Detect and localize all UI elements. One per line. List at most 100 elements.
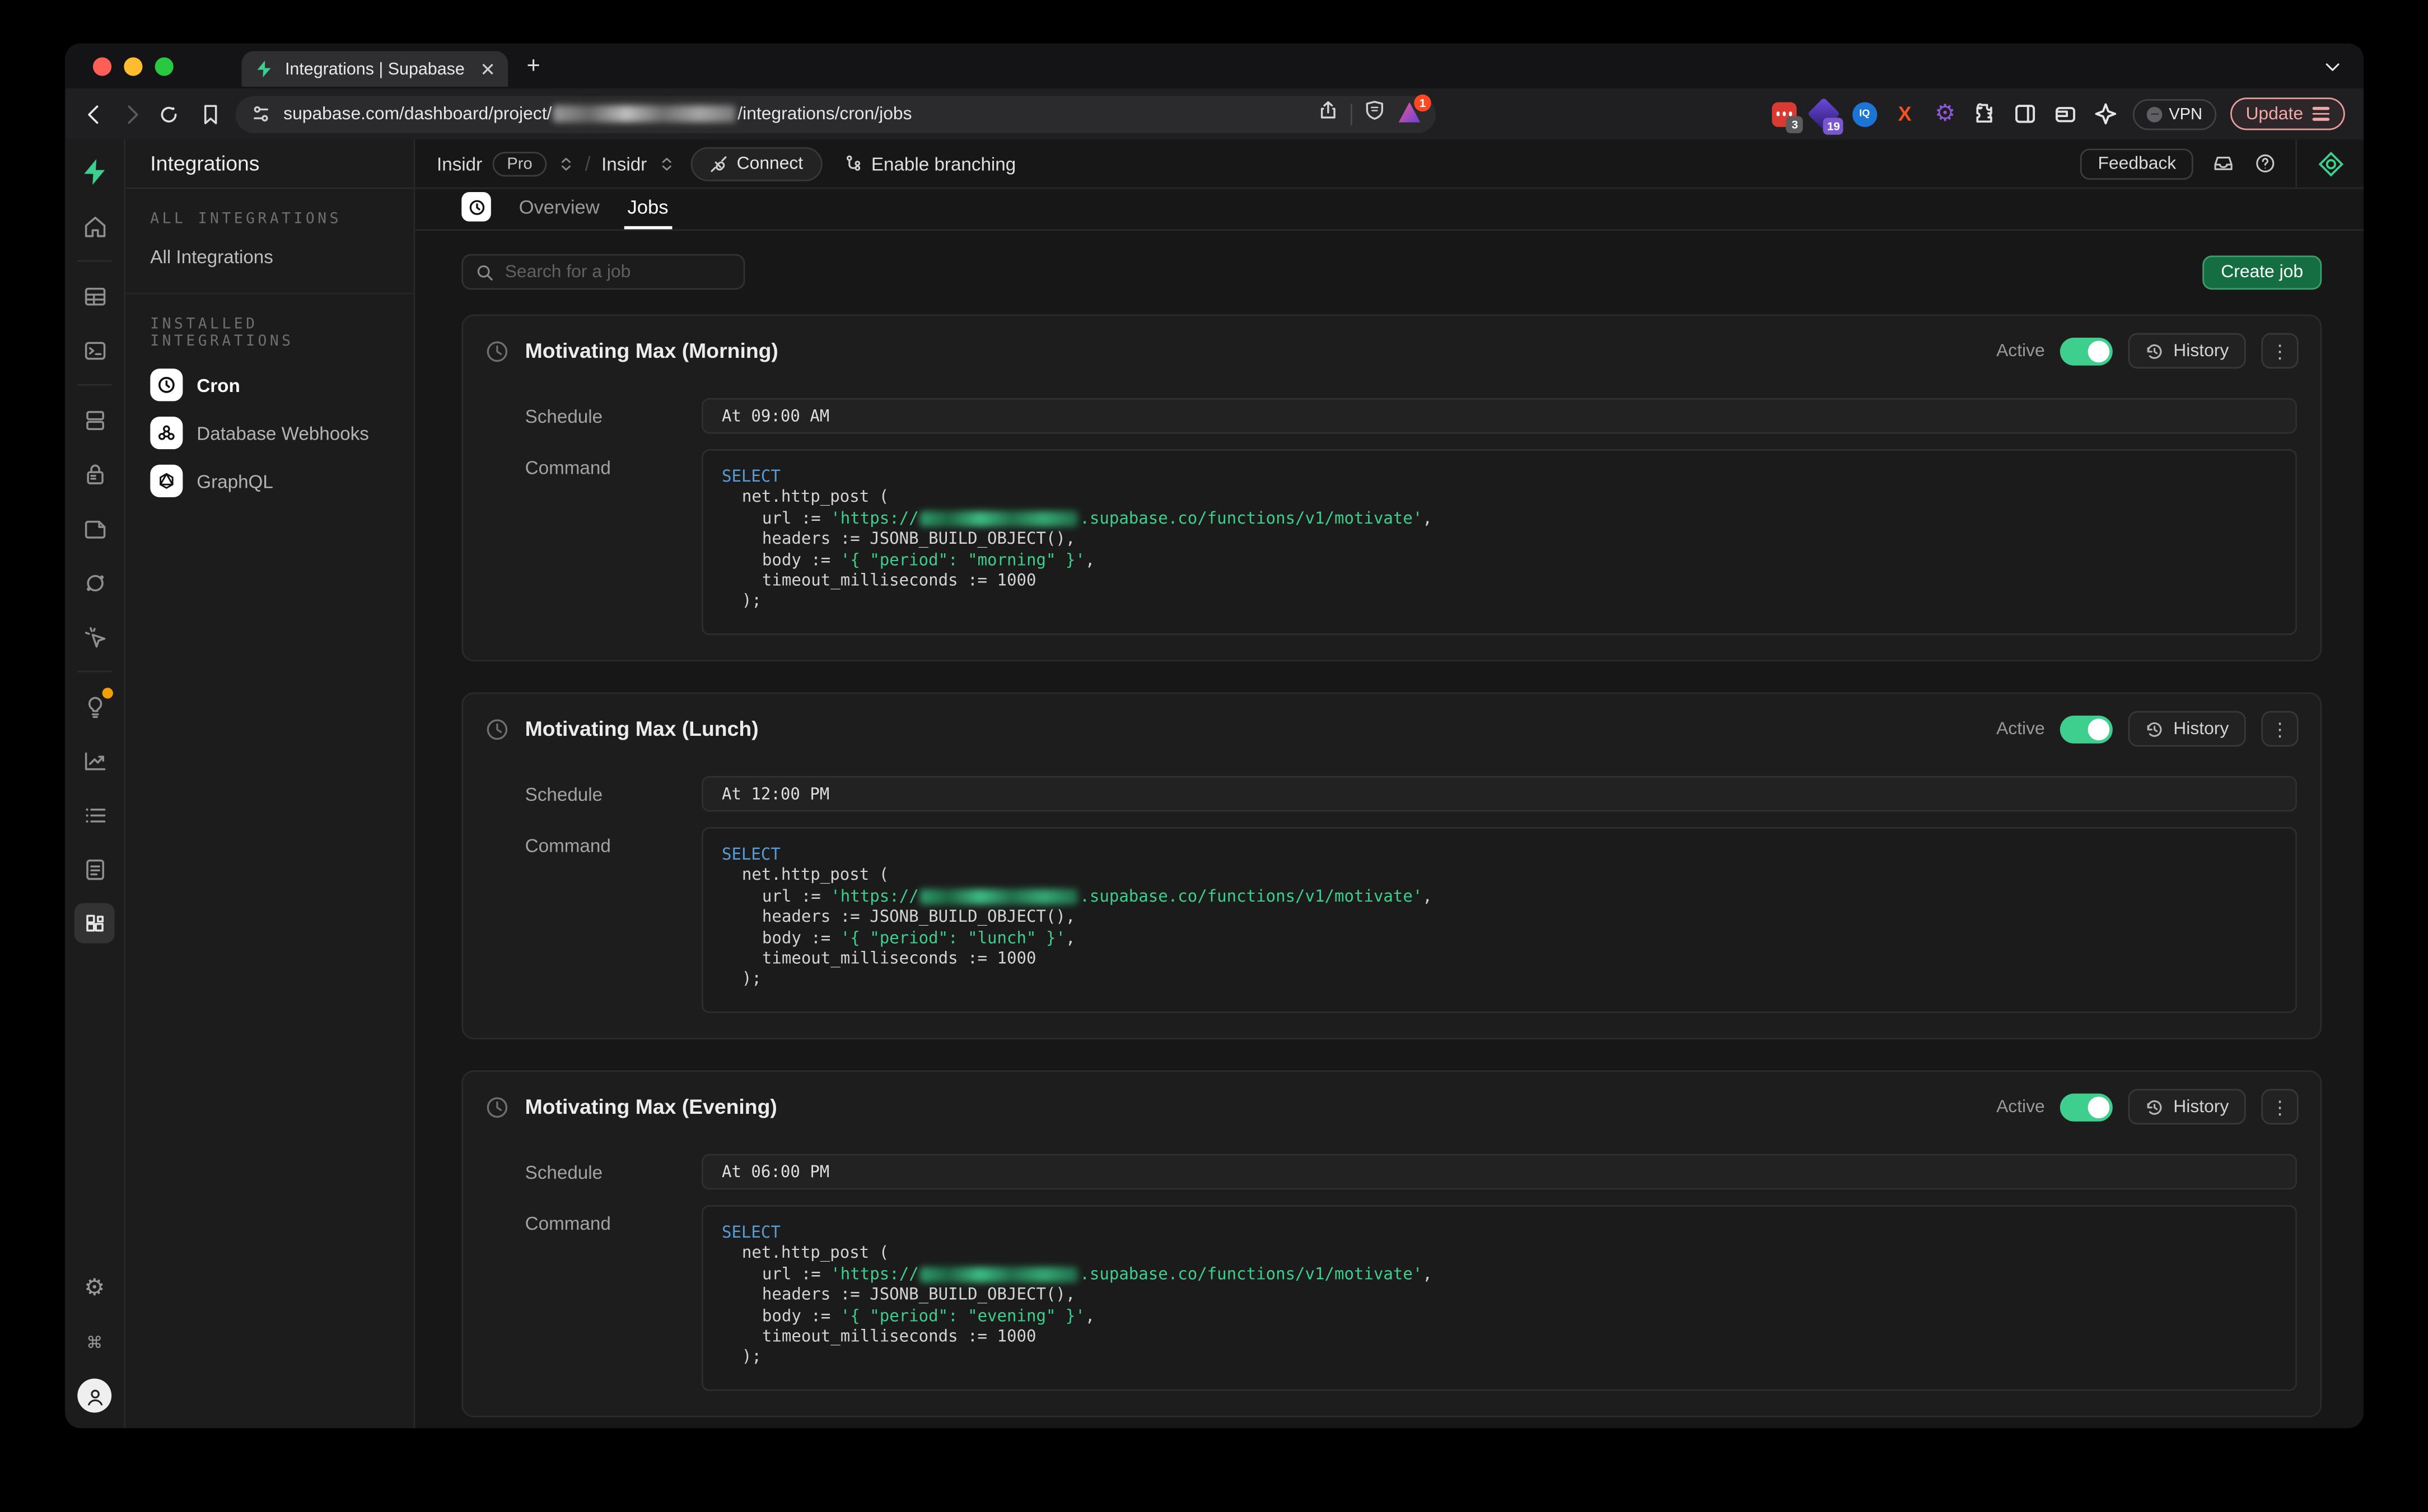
help-icon[interactable] — [2254, 152, 2277, 175]
schedule-field[interactable]: At 12:00 PM — [702, 776, 2297, 812]
window-controls — [93, 57, 174, 75]
command-menu-icon[interactable]: ⌘ — [74, 1323, 115, 1363]
forward-button[interactable] — [121, 103, 143, 125]
rail-divider — [77, 384, 111, 386]
close-window-button[interactable] — [93, 57, 111, 75]
rail-divider — [77, 260, 111, 262]
tab-close-icon[interactable]: ✕ — [480, 58, 496, 80]
command-code-block[interactable]: SELECT net.http_post ( url := 'https://.… — [702, 827, 2297, 1013]
share-icon[interactable] — [1318, 99, 1338, 129]
sidebar-item-database-webhooks[interactable]: Database Webhooks — [150, 417, 389, 449]
nav-rail: ⚙ ⌘ — [65, 139, 125, 1428]
redacted-project-ref — [920, 889, 1078, 904]
extension-red-icon[interactable]: 3 — [1771, 101, 1797, 127]
sidebar-item-cron[interactable]: Cron — [150, 368, 389, 401]
extension-gear-icon[interactable]: ⚙ — [1932, 101, 1958, 127]
logs-icon[interactable] — [74, 795, 115, 835]
minimize-window-button[interactable] — [124, 57, 142, 75]
clock-icon — [485, 716, 510, 741]
command-code-block[interactable]: SELECT net.http_post ( url := 'https://.… — [702, 1205, 2297, 1391]
enable-branching-button[interactable]: Enable branching — [843, 152, 1016, 174]
tab-overview[interactable]: Overview — [519, 189, 600, 229]
user-avatar[interactable] — [77, 1379, 111, 1413]
shield-icon[interactable] — [1365, 99, 1385, 129]
sidebar-item-all-integrations[interactable]: All Integrations — [150, 246, 389, 268]
supabase-favicon — [254, 59, 274, 79]
command-label: Command — [525, 1205, 702, 1235]
job-title: Motivating Max (Lunch) — [525, 717, 759, 740]
active-toggle[interactable] — [2060, 715, 2113, 743]
history-button[interactable]: History — [2128, 1089, 2246, 1124]
zoom-window-button[interactable] — [155, 57, 174, 75]
vpn-button[interactable]: –VPN — [2133, 99, 2216, 129]
history-button[interactable]: History — [2128, 711, 2246, 747]
reports-icon[interactable] — [74, 740, 115, 781]
extensions-puzzle-icon[interactable] — [1972, 101, 1999, 127]
history-icon — [2146, 1098, 2164, 1116]
extension-x-icon[interactable]: X — [1892, 101, 1918, 127]
edge-functions-icon[interactable] — [74, 562, 115, 603]
cron-tabbar: Overview Jobs — [415, 189, 2364, 231]
sidebar-item-graphql[interactable]: GraphQL — [150, 465, 389, 497]
job-search[interactable] — [461, 254, 745, 290]
sidebar-panel-icon[interactable] — [2013, 101, 2039, 127]
history-button[interactable]: History — [2128, 333, 2246, 369]
url-bar[interactable]: supabase.com/dashboard/project//integrat… — [235, 95, 1436, 132]
active-toggle[interactable] — [2060, 1093, 2113, 1121]
job-menu-button[interactable]: ⋮ — [2261, 1089, 2298, 1124]
chevrons-up-down-icon[interactable] — [557, 154, 574, 172]
org-name[interactable]: Insidr — [437, 152, 482, 174]
notifications-inbox-icon[interactable] — [2212, 152, 2235, 175]
tab-jobs[interactable]: Jobs — [627, 189, 668, 229]
tab-search-chevron-icon[interactable] — [2323, 56, 2342, 84]
chevrons-up-down-icon[interactable] — [658, 154, 675, 172]
reload-button[interactable] — [158, 103, 180, 125]
auth-icon[interactable] — [74, 454, 115, 494]
sparkle-icon[interactable] — [2093, 101, 2119, 127]
project-header: Insidr Pro / Insidr Connect Enable branc… — [415, 139, 2364, 189]
url-text: supabase.com/dashboard/project//integrat… — [283, 105, 1306, 123]
integrations-rail-icon[interactable] — [74, 903, 115, 944]
create-job-button[interactable]: Create job — [2202, 255, 2322, 289]
advisors-icon[interactable] — [74, 686, 115, 726]
back-button[interactable] — [83, 103, 105, 125]
home-icon[interactable] — [74, 206, 115, 246]
search-input[interactable] — [505, 263, 731, 281]
extension-triangle-icon[interactable]: 1 — [1397, 101, 1423, 127]
job-menu-button[interactable]: ⋮ — [2261, 333, 2298, 369]
connect-button[interactable]: Connect — [690, 146, 822, 180]
settings-icon[interactable]: ⚙ — [74, 1267, 115, 1308]
extension-iq-icon[interactable]: IQ — [1851, 101, 1878, 127]
extension-diamond-icon[interactable]: 19 — [1811, 101, 1837, 127]
job-menu-button[interactable]: ⋮ — [2261, 711, 2298, 747]
breadcrumb-divider: / — [585, 152, 591, 175]
wallet-icon[interactable] — [2053, 101, 2079, 127]
browser-tab[interactable]: Integrations | Supabase ✕ — [241, 51, 508, 87]
database-icon[interactable] — [74, 400, 115, 440]
command-label: Command — [525, 827, 702, 857]
table-editor-icon[interactable] — [74, 276, 115, 316]
update-button[interactable]: Update — [2230, 97, 2345, 130]
rail-divider — [77, 671, 111, 673]
active-toggle[interactable] — [2060, 337, 2113, 365]
feedback-button[interactable]: Feedback — [2081, 148, 2193, 179]
realtime-icon[interactable] — [74, 617, 115, 657]
project-name[interactable]: Insidr — [601, 152, 647, 174]
supabase-logo[interactable] — [74, 152, 115, 192]
new-tab-button[interactable]: + — [526, 53, 540, 79]
cron-integration-icon — [461, 192, 491, 222]
site-settings-icon[interactable] — [251, 104, 271, 124]
bookmark-icon[interactable] — [202, 103, 220, 125]
active-label: Active — [1996, 1098, 2045, 1116]
command-code-block[interactable]: SELECT net.http_post ( url := 'https://.… — [702, 449, 2297, 635]
schedule-field[interactable]: At 06:00 PM — [702, 1154, 2297, 1190]
api-docs-icon[interactable] — [74, 849, 115, 889]
extensions-cluster: 3 19 IQ X ⚙ –VPN Update — [1771, 97, 2345, 130]
sql-editor-icon[interactable] — [74, 330, 115, 370]
job-card: Motivating Max (Lunch) Active History ⋮ — [461, 692, 2322, 1039]
storage-icon[interactable] — [74, 508, 115, 548]
redacted-project-ref — [920, 511, 1078, 526]
schedule-field[interactable]: At 09:00 AM — [702, 398, 2297, 434]
connection-status-icon[interactable] — [2295, 139, 2364, 188]
active-label: Active — [1996, 720, 2045, 738]
